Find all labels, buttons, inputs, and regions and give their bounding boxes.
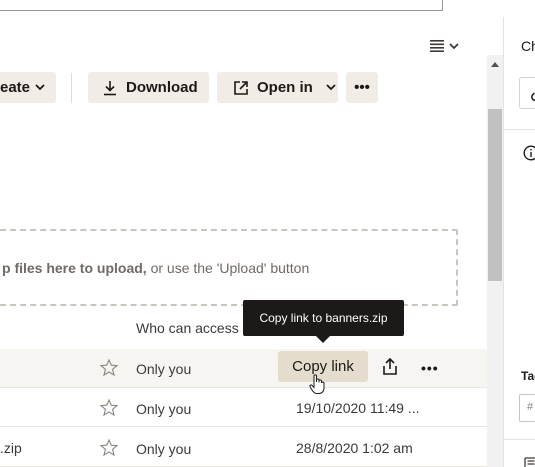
more-actions-label: •••: [354, 79, 370, 96]
copy-link-panel-button[interactable]: [519, 77, 535, 109]
open-in-icon: [234, 80, 248, 95]
list-view-icon: [430, 40, 444, 52]
star-outline-icon[interactable]: [100, 359, 118, 376]
file-name[interactable]: .zip: [0, 440, 22, 456]
toolbar-divider: [71, 73, 72, 103]
search-input[interactable]: [0, 0, 443, 11]
panel-divider: [504, 129, 535, 130]
table-row[interactable]: .zip Only you 28/8/2020 1:02 am: [0, 428, 487, 467]
tags-label: Tag: [521, 369, 535, 383]
access-value: Only you: [136, 361, 192, 377]
star-outline-icon[interactable]: [100, 399, 118, 416]
details-panel: Ch Tag #: [503, 17, 535, 467]
comment-icon[interactable]: [524, 457, 535, 467]
star-outline-icon[interactable]: [100, 439, 118, 456]
chevron-down-icon: [35, 84, 45, 91]
open-in-button-label: Open in: [257, 79, 313, 96]
link-icon: [531, 92, 535, 101]
tooltip-arrow: [316, 336, 330, 343]
chevron-down-icon: [326, 84, 336, 91]
tag-input[interactable]: #: [519, 394, 535, 422]
column-header-who-can-access[interactable]: Who can access: [136, 320, 239, 336]
top-bar: [0, 0, 503, 17]
access-value: Only you: [136, 441, 192, 457]
row-more-button[interactable]: •••: [421, 360, 439, 378]
row-more-label: •••: [421, 360, 439, 376]
tooltip-text: Copy link to banners.zip: [259, 311, 388, 325]
upload-drop-bold: p files here to upload,: [2, 259, 147, 276]
details-panel-title: Ch: [521, 38, 535, 54]
info-icon: [523, 145, 535, 161]
view-toggle[interactable]: [430, 37, 459, 55]
table-row[interactable]: Only you: [0, 349, 487, 388]
triangle-up-icon: [491, 61, 499, 67]
scrollbar-thumb[interactable]: [488, 109, 502, 281]
create-button[interactable]: eate: [0, 72, 56, 103]
tag-input-placeholder: #: [527, 401, 534, 413]
modified-value: 19/10/2020 11:49 ...: [296, 400, 420, 416]
modified-value: 28/8/2020 1:02 am: [296, 440, 413, 456]
download-icon: [104, 80, 116, 95]
download-button-label: Download: [126, 79, 198, 96]
chevron-down-icon: [449, 42, 459, 49]
scroll-up-button[interactable]: [487, 55, 503, 73]
upload-drop-text: p files here to upload, or use the 'Uplo…: [0, 260, 309, 276]
create-button-label: eate: [0, 79, 31, 96]
download-button[interactable]: Download: [88, 72, 209, 103]
upload-drop-zone[interactable]: p files here to upload, or use the 'Uplo…: [0, 229, 458, 306]
panel-divider: [504, 439, 535, 440]
table-row[interactable]: Only you 19/10/2020 11:49 ...: [0, 388, 487, 427]
open-in-button[interactable]: Open in: [217, 72, 338, 103]
access-value: Only you: [136, 401, 192, 417]
more-actions-button[interactable]: •••: [346, 72, 378, 103]
share-upload-icon[interactable]: [380, 357, 400, 377]
hand-cursor-icon: [309, 374, 325, 394]
upload-drop-rest: or use the 'Upload' button: [146, 259, 310, 276]
tooltip: Copy link to banners.zip: [243, 300, 404, 336]
